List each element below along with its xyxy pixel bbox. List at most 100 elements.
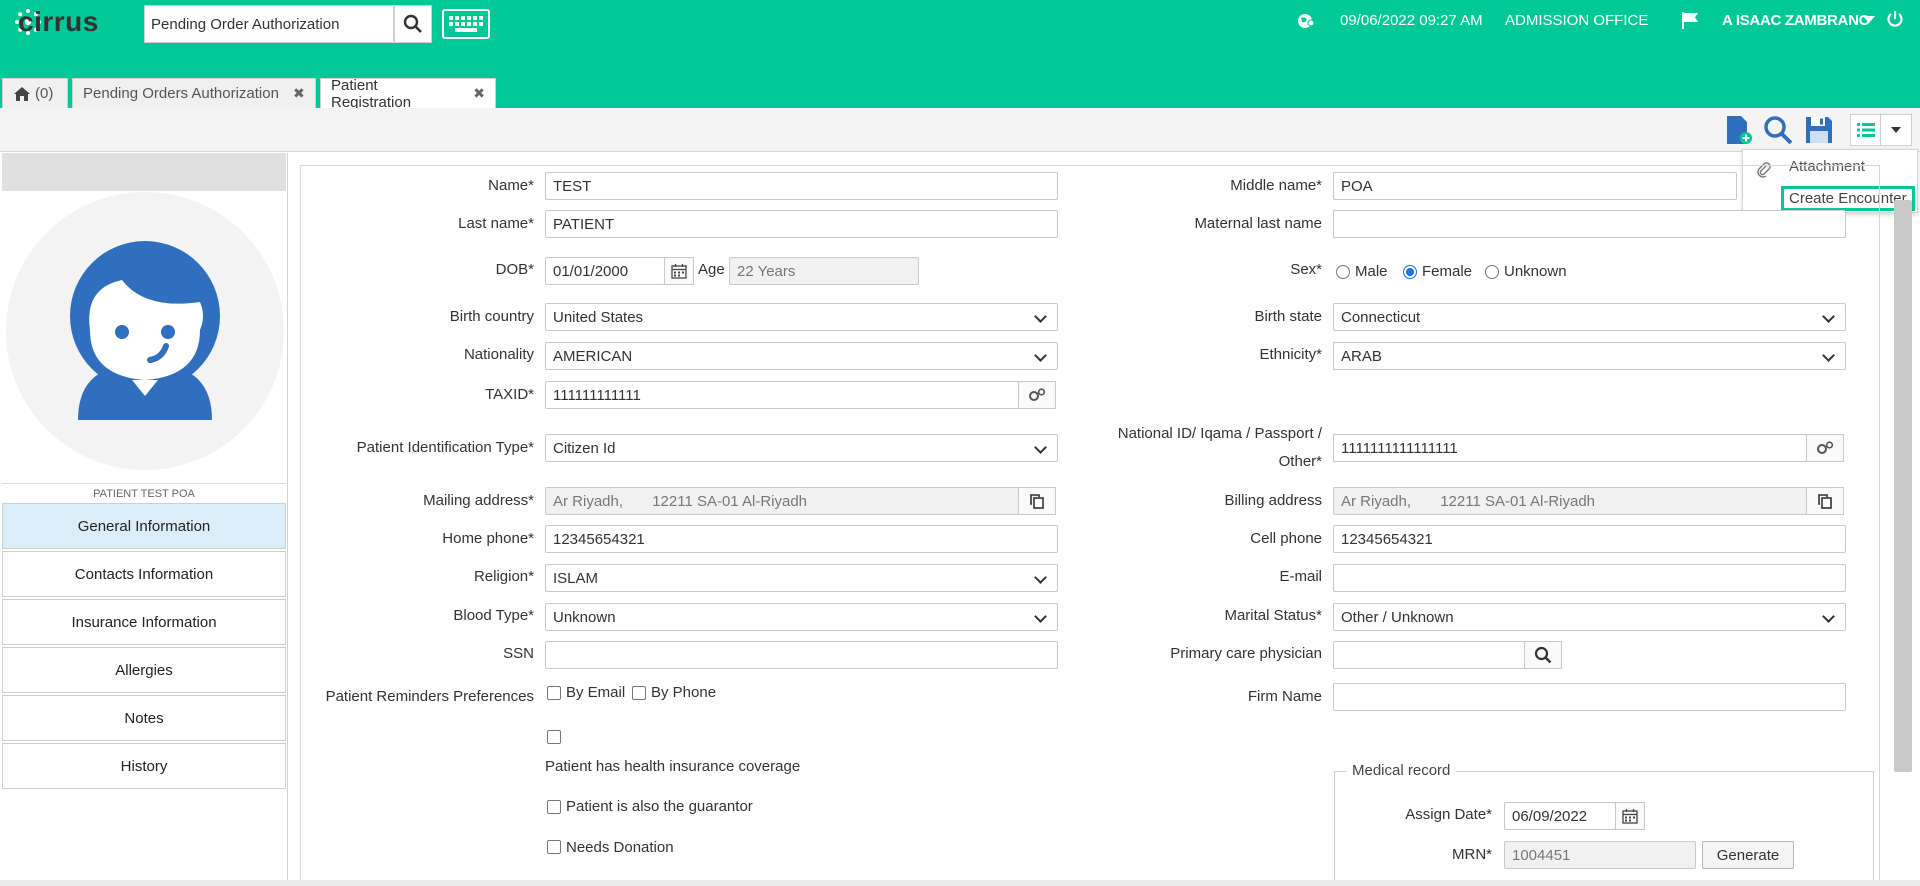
billing-address-input[interactable]: Ar Riyadh, 12211 SA-01 Al-Riyadh bbox=[1333, 487, 1807, 515]
birth-state-label: Birth state bbox=[1254, 308, 1322, 325]
by-phone-label: By Phone bbox=[651, 684, 717, 701]
avatar[interactable] bbox=[6, 192, 284, 470]
sex-female-radio[interactable] bbox=[1403, 265, 1417, 279]
home-phone-input[interactable]: 12345654321 bbox=[545, 525, 1058, 553]
tab-patient-registration[interactable]: Patient Registration ✖ bbox=[320, 76, 496, 111]
calendar-icon bbox=[671, 264, 687, 279]
tab-pending-orders[interactable]: Pending Orders Authorization ✖ bbox=[72, 78, 316, 108]
power-icon bbox=[1887, 11, 1903, 27]
nationality-label: Nationality bbox=[463, 346, 534, 363]
id-type-label: Patient Identification Type* bbox=[356, 439, 534, 456]
user-caret-button[interactable] bbox=[1862, 12, 1876, 30]
search-icon bbox=[1534, 646, 1552, 664]
copy-icon bbox=[1818, 494, 1832, 509]
generate-button[interactable]: Generate bbox=[1702, 841, 1794, 869]
sex-unknown-radio[interactable] bbox=[1485, 265, 1499, 279]
middle-name-input[interactable]: POA bbox=[1333, 172, 1737, 200]
assign-date-input[interactable]: 06/09/2022 bbox=[1504, 802, 1616, 830]
cell-phone-input[interactable]: 12345654321 bbox=[1333, 525, 1846, 553]
office-label[interactable]: ADMISSION OFFICE bbox=[1505, 12, 1648, 29]
name-input[interactable]: TEST bbox=[545, 172, 1058, 200]
close-icon[interactable]: ✖ bbox=[293, 85, 305, 102]
middle-name-label: Middle name* bbox=[1230, 177, 1322, 194]
firm-name-input[interactable] bbox=[1333, 683, 1846, 711]
logout-button[interactable] bbox=[1886, 10, 1904, 32]
nav-contacts-information[interactable]: Contacts Information bbox=[2, 551, 286, 597]
caret-down-icon[interactable] bbox=[1881, 115, 1911, 145]
copy-button[interactable] bbox=[1806, 487, 1844, 515]
maternal-last-name-input[interactable] bbox=[1333, 210, 1846, 238]
age-input: 22 Years bbox=[729, 257, 919, 285]
taxid-settings-button[interactable] bbox=[1018, 381, 1056, 409]
taxid-input[interactable]: 111111111111 bbox=[545, 381, 1019, 409]
scrollbar[interactable] bbox=[1894, 200, 1912, 772]
mailing-address-input[interactable]: Ar Riyadh, 12211 SA-01 Al-Riyadh bbox=[545, 487, 1019, 515]
search-input[interactable] bbox=[144, 5, 394, 43]
options-menu-button[interactable] bbox=[1850, 114, 1912, 146]
firm-name-label: Firm Name bbox=[1247, 688, 1322, 705]
guarantor-checkbox[interactable] bbox=[547, 800, 561, 814]
search-button[interactable] bbox=[394, 5, 432, 43]
left-panel: PATIENT TEST POA General Information Con… bbox=[0, 153, 288, 883]
nav-general-information[interactable]: General Information bbox=[2, 503, 286, 549]
nationality-select[interactable]: AMERICAN bbox=[545, 342, 1058, 370]
datetime: 09/06/2022 09:27 AM bbox=[1340, 12, 1483, 29]
birth-country-select[interactable]: United States bbox=[545, 303, 1058, 331]
ethnicity-select[interactable]: ARAB bbox=[1333, 342, 1846, 370]
id-type-select[interactable]: Citizen Id bbox=[545, 434, 1058, 462]
national-id-settings-button[interactable] bbox=[1806, 434, 1844, 462]
logo: cirrus bbox=[12, 4, 98, 40]
ethnicity-label: Ethnicity* bbox=[1259, 346, 1322, 363]
name-label: Name* bbox=[488, 177, 534, 194]
nav-allergies[interactable]: Allergies bbox=[2, 647, 286, 693]
close-icon[interactable]: ✖ bbox=[473, 85, 485, 102]
email-input[interactable] bbox=[1333, 564, 1846, 592]
keyboard-button[interactable] bbox=[442, 9, 490, 39]
tab-home[interactable]: (0) bbox=[2, 78, 68, 108]
insurance-coverage-checkbox[interactable] bbox=[547, 730, 561, 744]
by-email-checkbox[interactable] bbox=[547, 686, 561, 700]
user-menu[interactable]: A ISAAC ZAMBRANO bbox=[1722, 12, 1870, 29]
ssn-input[interactable] bbox=[545, 641, 1058, 669]
by-phone-checkbox[interactable] bbox=[632, 686, 646, 700]
sex-male-label: Male bbox=[1355, 263, 1388, 280]
tab-home-label: (0) bbox=[35, 85, 54, 102]
birth-state-select[interactable]: Connecticut bbox=[1333, 303, 1846, 331]
nav-history[interactable]: History bbox=[2, 743, 286, 789]
globe-button[interactable] bbox=[1296, 12, 1316, 34]
national-id-label: National ID/ Iqama / Passport / bbox=[1117, 425, 1322, 442]
pcp-search-button[interactable] bbox=[1524, 641, 1562, 669]
copy-button[interactable] bbox=[1018, 487, 1056, 515]
marital-status-select[interactable]: Other / Unknown bbox=[1333, 603, 1846, 631]
keyboard-icon bbox=[449, 16, 483, 32]
national-id-input[interactable]: 1111111111111111 bbox=[1333, 434, 1807, 462]
mrn-input[interactable]: 1004451 bbox=[1504, 841, 1696, 869]
religion-select[interactable]: ISLAM bbox=[545, 564, 1058, 592]
pcp-input[interactable] bbox=[1333, 641, 1525, 669]
flag-button[interactable] bbox=[1680, 10, 1700, 34]
calendar-button[interactable] bbox=[664, 257, 694, 285]
sex-male-radio[interactable] bbox=[1336, 265, 1350, 279]
list-icon[interactable] bbox=[1851, 115, 1882, 145]
last-name-input[interactable]: PATIENT bbox=[545, 210, 1058, 238]
flag-icon bbox=[1682, 12, 1698, 29]
dob-input[interactable]: 01/01/2000 bbox=[545, 257, 665, 285]
taxid-label: TAXID* bbox=[485, 386, 534, 403]
sex-label: Sex* bbox=[1290, 261, 1322, 278]
national-id-label-2: Other* bbox=[1278, 453, 1322, 470]
billing-address-label: Billing address bbox=[1224, 492, 1322, 509]
donation-checkbox[interactable] bbox=[547, 840, 561, 854]
save-icon[interactable] bbox=[1803, 114, 1835, 146]
search-icon[interactable] bbox=[1762, 114, 1794, 146]
by-email-label: By Email bbox=[566, 684, 626, 701]
tab-label: Patient Registration bbox=[331, 76, 412, 111]
patient-avatar-icon bbox=[70, 241, 220, 420]
left-panel-header bbox=[2, 153, 286, 191]
assign-date-calendar-button[interactable] bbox=[1615, 802, 1645, 830]
blood-type-select[interactable]: Unknown bbox=[545, 603, 1058, 631]
new-document-icon[interactable] bbox=[1722, 114, 1754, 146]
birth-country-label: Birth country bbox=[449, 308, 534, 325]
nav-insurance-information[interactable]: Insurance Information bbox=[2, 599, 286, 645]
search-icon bbox=[403, 14, 422, 33]
nav-notes[interactable]: Notes bbox=[2, 695, 286, 741]
